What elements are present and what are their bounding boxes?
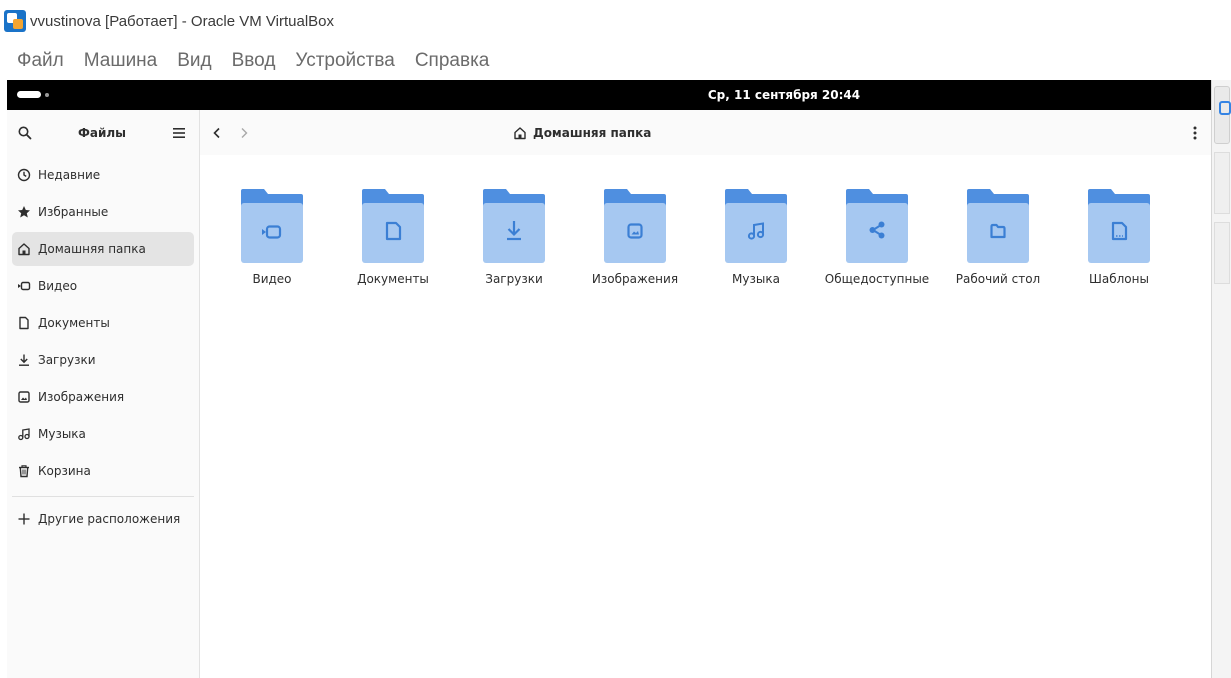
video-icon: [18, 281, 31, 291]
folder-label: Общедоступные: [824, 272, 930, 286]
kebab-menu-icon: [1193, 126, 1197, 140]
folder-icon: [846, 189, 908, 263]
files-headerbar: Домашняя папка: [200, 110, 1211, 155]
sidebar-item-label: Музыка: [38, 427, 86, 441]
sidebar-title: Файлы: [77, 125, 127, 140]
sidebar-item-label: Видео: [38, 279, 78, 293]
menu-view[interactable]: Вид: [177, 50, 211, 72]
folder-icon: [362, 189, 424, 263]
star-icon: [18, 206, 30, 218]
menu-file[interactable]: Файл: [17, 50, 64, 72]
folder-music[interactable]: Музыка: [704, 179, 808, 289]
folder-label: Видео: [252, 272, 292, 286]
sidebar-item-music[interactable]: Музыка: [12, 417, 194, 451]
folder-icon: [604, 189, 666, 263]
sidebar-item-label: Другие расположения: [38, 512, 181, 526]
sidebar-item-downloads[interactable]: Загрузки: [12, 343, 194, 377]
folder-templates[interactable]: Шаблоны: [1067, 179, 1171, 289]
panel-slot: [1214, 152, 1230, 214]
vb-menubar: Файл Машина Вид Ввод Устройства Справка: [0, 42, 1231, 80]
download-icon: [19, 354, 29, 366]
home-icon: [18, 243, 30, 256]
panel-button[interactable]: [1214, 86, 1231, 144]
sidebar-item-label: Домашняя папка: [38, 242, 146, 256]
folder-label: Музыка: [732, 272, 780, 286]
search-icon[interactable]: [15, 123, 35, 143]
hamburger-menu-icon[interactable]: [169, 123, 189, 143]
folder-icon: [1088, 189, 1150, 263]
folder-desktop[interactable]: Рабочий стол: [946, 179, 1050, 289]
chevron-right-icon: [241, 128, 248, 138]
chevron-left-icon: [213, 127, 220, 139]
folder-downloads[interactable]: Загрузки: [462, 179, 566, 289]
folder-label: Документы: [357, 272, 429, 286]
sidebar-item-label: Загрузки: [38, 353, 96, 367]
vb-titlebar: vvustinova [Работает] - Oracle VM Virtua…: [0, 0, 1231, 42]
folder-label: Загрузки: [485, 272, 543, 286]
plus-icon: [18, 513, 30, 525]
right-side-panel: [1211, 80, 1231, 678]
folder-icon: [725, 189, 787, 263]
folder-documents[interactable]: Документы: [341, 179, 445, 289]
image-icon: [18, 391, 30, 403]
sidebar-item-starred[interactable]: Избранные: [12, 195, 194, 229]
virtualbox-app-icon: [4, 10, 26, 32]
forward-button[interactable]: [233, 122, 255, 144]
trash-icon: [19, 465, 29, 478]
sidebar-item-label: Недавние: [38, 168, 101, 182]
folder-pictures[interactable]: Изображения: [583, 179, 687, 289]
sidebar-item-label: Избранные: [38, 205, 109, 219]
folder-videos[interactable]: Видео: [220, 179, 324, 289]
folder-label: Рабочий стол: [955, 272, 1041, 286]
sidebar-item-trash[interactable]: Корзина: [12, 454, 194, 488]
sidebar-item-label: Изображения: [38, 390, 125, 404]
clock-icon: [17, 168, 31, 182]
guest-screen: Ср, 11 сентября 20:44 Файлы Недавние Изб…: [7, 80, 1211, 678]
location-label: Домашняя папка: [533, 126, 652, 140]
folder-view: Видео Документы Загрузки Изображения Муз…: [200, 155, 1211, 678]
music-icon: [18, 428, 30, 441]
location-bar[interactable]: Домашняя папка: [513, 123, 651, 143]
menu-machine[interactable]: Машина: [84, 50, 158, 72]
window-title: vvustinova [Работает] - Oracle VM Virtua…: [30, 12, 335, 30]
sidebar-item-videos[interactable]: Видео: [12, 269, 194, 303]
sidebar-item-other-locations[interactable]: Другие расположения: [12, 502, 194, 536]
files-sidebar: Файлы Недавние Избранные Домашняя папка …: [7, 110, 200, 678]
document-icon: [19, 316, 29, 330]
menu-help[interactable]: Справка: [415, 50, 490, 72]
sidebar-separator: [12, 496, 194, 497]
more-options-button[interactable]: [1184, 122, 1206, 144]
folder-icon: [483, 189, 545, 263]
folder-icon: [967, 189, 1029, 263]
places-list: Недавние Избранные Домашняя папка Видео …: [7, 158, 199, 536]
sidebar-item-home[interactable]: Домашняя папка: [12, 232, 194, 266]
folder-label: Изображения: [591, 272, 679, 286]
folder-label: Шаблоны: [1089, 272, 1149, 286]
sidebar-item-pictures[interactable]: Изображения: [12, 380, 194, 414]
folder-icon: [241, 189, 303, 263]
menu-devices[interactable]: Устройства: [295, 50, 394, 72]
sidebar-item-documents[interactable]: Документы: [12, 306, 194, 340]
sidebar-item-label: Документы: [38, 316, 110, 330]
sidebar-header: Файлы: [7, 110, 199, 155]
folder-public[interactable]: Общедоступные: [825, 179, 929, 289]
panel-slot: [1214, 222, 1230, 284]
sidebar-item-label: Корзина: [38, 464, 91, 478]
menu-input[interactable]: Ввод: [232, 50, 276, 72]
gnome-topbar: Ср, 11 сентября 20:44: [7, 80, 1211, 110]
back-button[interactable]: [206, 122, 228, 144]
clock[interactable]: Ср, 11 сентября 20:44: [7, 80, 1211, 110]
home-icon: [514, 127, 526, 140]
sidebar-item-recent[interactable]: Недавние: [12, 158, 194, 192]
